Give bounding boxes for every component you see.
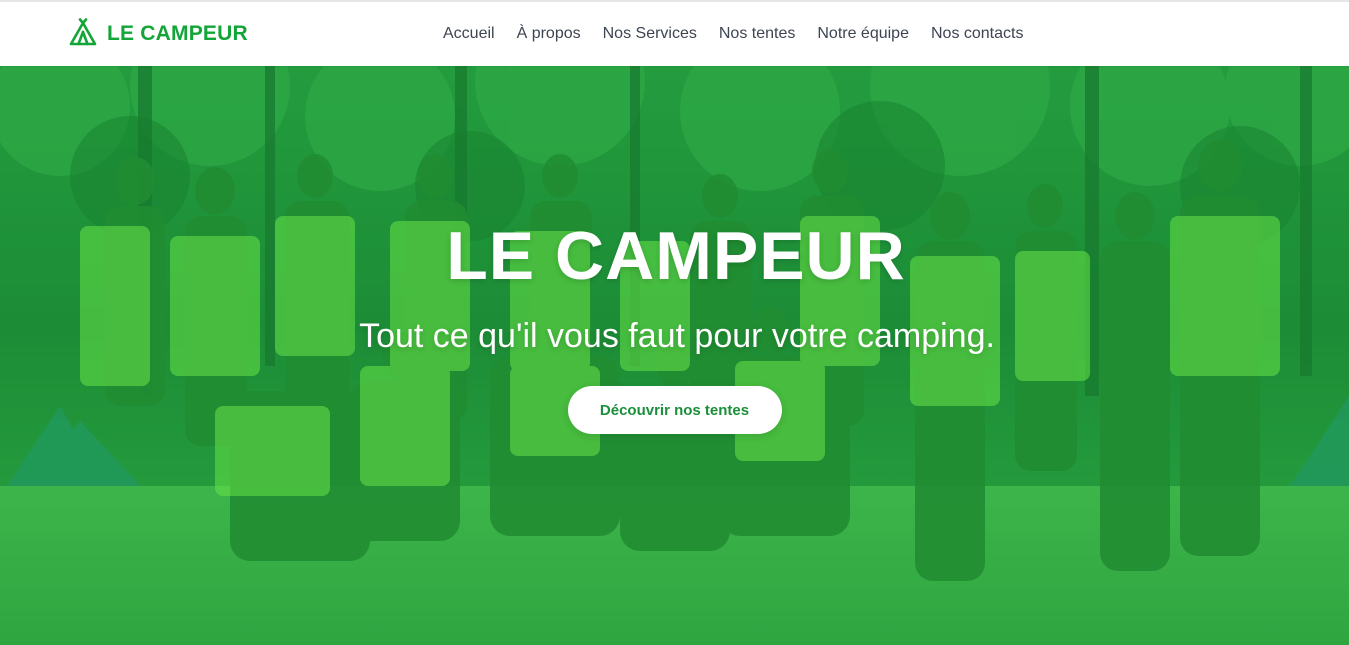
hero-title: LE CAMPEUR [446,218,906,294]
nav-link-equipe[interactable]: Notre équipe [817,25,909,42]
hero-content: LE CAMPEUR Tout ce qu'il vous faut pour … [0,216,1349,434]
navbar: LE CAMPEUR Accueil À propos Nos Services… [0,2,1349,66]
nav-item-contacts: Nos contacts [931,25,1023,43]
nav-link-tentes[interactable]: Nos tentes [719,25,795,42]
brand-name: LE CAMPEUR [107,22,248,45]
nav-item-a-propos: À propos [517,25,581,43]
nav-item-accueil: Accueil [443,25,495,43]
nav-item-equipe: Notre équipe [817,25,909,43]
nav-link-a-propos[interactable]: À propos [517,25,581,42]
discover-tents-button[interactable]: Découvrir nos tentes [567,386,782,434]
nav-link-services[interactable]: Nos Services [603,25,697,42]
nav-item-services: Nos Services [603,25,697,43]
hero-subtitle: Tout ce qu'il vous faut pour votre campi… [359,317,995,355]
brand-logo-link[interactable]: LE CAMPEUR [68,17,248,51]
nav-link-contacts[interactable]: Nos contacts [931,25,1023,42]
tent-icon [68,17,98,51]
nav-item-tentes: Nos tentes [719,25,795,43]
main-nav: Accueil À propos Nos Services Nos tentes… [432,2,1034,66]
hero-section: LE CAMPEUR Tout ce qu'il vous faut pour … [0,66,1349,645]
nav-link-accueil[interactable]: Accueil [443,25,495,42]
